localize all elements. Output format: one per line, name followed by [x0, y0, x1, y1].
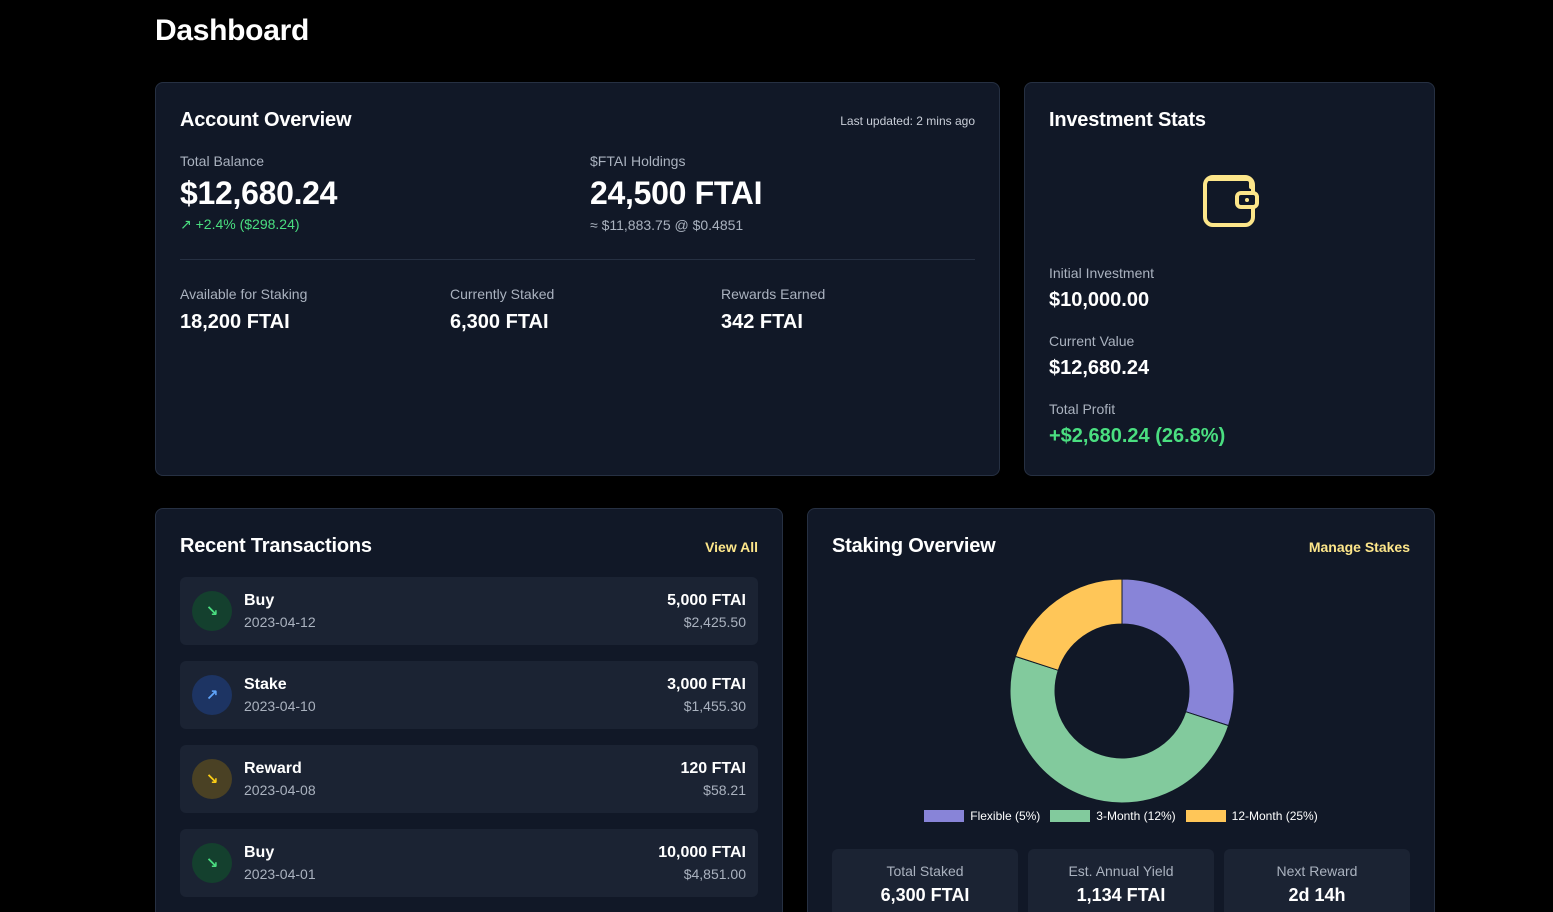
legend-label: 12-Month (25%) — [1231, 809, 1318, 823]
trend-up-icon: ↗ — [180, 216, 192, 232]
total-balance-value: $12,680.24 — [180, 175, 338, 211]
transaction-type: Stake — [244, 676, 287, 693]
initial-investment-label: Initial Investment — [1049, 265, 1155, 281]
transaction-row[interactable]: ↗ Stake 2023-04-10 3,000 FTAI $1,455.30 — [180, 661, 758, 729]
arrow-down-right-icon: ↘ — [192, 759, 232, 799]
transaction-row[interactable]: ↘ Buy 2023-04-12 5,000 FTAI $2,425.50 — [180, 577, 758, 645]
current-value: $12,680.24 — [1049, 357, 1150, 379]
investment-stats-title: Investment Stats — [1049, 109, 1206, 131]
staking-donut-chart — [1009, 578, 1235, 804]
transaction-date: 2023-04-01 — [244, 866, 316, 882]
legend-label: 3-Month (12%) — [1096, 809, 1176, 823]
available-value: 18,200 FTAI — [180, 311, 290, 333]
transaction-usd: $4,851.00 — [683, 866, 746, 882]
legend-swatch — [1185, 810, 1226, 822]
transaction-date: 2023-04-10 — [244, 698, 316, 714]
rewards-value: 342 FTAI — [721, 311, 803, 333]
legend-item: 3-Month (12%) — [1050, 809, 1176, 823]
transaction-type: Buy — [244, 844, 275, 861]
staking-overview-card: Staking Overview Manage Stakes Flexible … — [807, 508, 1435, 912]
staked-value: 6,300 FTAI — [450, 311, 549, 333]
recent-transactions-card: Recent Transactions View All ↘ Buy 2023-04… — [155, 508, 783, 912]
total-staked-label: Total Staked — [886, 863, 964, 879]
available-label: Available for Staking — [180, 286, 308, 302]
next-reward-box: Next Reward 2d 14h — [1224, 849, 1410, 912]
donut-segment-0 — [1121, 578, 1235, 727]
holdings-label: $FTAI Holdings — [590, 153, 686, 169]
recent-transactions-title: Recent Transactions — [180, 535, 372, 557]
arrow-up-right-icon: ↗ — [192, 675, 232, 715]
balance-change: ↗ +2.4% ($298.24) — [180, 216, 300, 233]
legend-item: Flexible (5%) — [924, 809, 1040, 823]
transaction-usd: $2,425.50 — [683, 614, 746, 630]
account-overview-card: Account Overview Last updated: 2 mins ag… — [155, 82, 1000, 476]
staking-legend: Flexible (5%) 3-Month (12%) 12-Month (25%) — [808, 809, 1434, 823]
total-profit-label: Total Profit — [1049, 401, 1116, 417]
initial-investment-value: $10,000.00 — [1049, 289, 1150, 311]
transaction-row[interactable]: ↘ Buy 2023-04-01 10,000 FTAI $4,851.00 — [180, 829, 758, 897]
wallet-icon — [1203, 175, 1259, 227]
transaction-type: Reward — [244, 760, 302, 777]
current-value-label: Current Value — [1049, 333, 1135, 349]
legend-swatch — [924, 810, 965, 822]
transaction-type: Buy — [244, 592, 275, 609]
holdings-value: 24,500 FTAI — [590, 175, 763, 211]
legend-item: 12-Month (25%) — [1185, 809, 1318, 823]
total-staked-value: 6,300 FTAI — [880, 885, 970, 905]
rewards-label: Rewards Earned — [721, 286, 826, 302]
total-profit-value: +$2,680.24 (26.8%) — [1049, 425, 1226, 447]
donut-segment-2 — [1014, 578, 1123, 671]
legend-swatch — [1050, 810, 1091, 822]
investment-stats-card: Investment Stats Initial Investment $10,… — [1024, 82, 1435, 476]
staking-overview-title: Staking Overview — [832, 535, 996, 557]
legend-label: Flexible (5%) — [970, 809, 1041, 823]
annual-yield-label: Est. Annual Yield — [1068, 863, 1174, 879]
divider — [180, 259, 975, 260]
view-all-link[interactable]: View All — [705, 539, 758, 555]
last-updated: Last updated: 2 mins ago — [840, 114, 975, 128]
total-staked-box: Total Staked 6,300 FTAI — [832, 849, 1018, 912]
annual-yield-value: 1,134 FTAI — [1076, 885, 1166, 905]
transaction-date: 2023-04-08 — [244, 782, 316, 798]
page-title: Dashboard — [155, 14, 309, 47]
balance-change-text: +2.4% ($298.24) — [195, 216, 300, 232]
arrow-down-right-icon: ↘ — [192, 843, 232, 883]
holdings-sub: ≈ $11,883.75 @ $0.4851 — [590, 217, 744, 233]
transaction-usd: $1,455.30 — [683, 698, 746, 714]
arrow-down-right-icon: ↘ — [192, 591, 232, 631]
staked-label: Currently Staked — [450, 286, 555, 302]
transaction-date: 2023-04-12 — [244, 614, 316, 630]
manage-stakes-link[interactable]: Manage Stakes — [1309, 539, 1410, 555]
next-reward-label: Next Reward — [1276, 863, 1358, 879]
total-balance-label: Total Balance — [180, 153, 265, 169]
transaction-amount: 120 FTAI — [680, 760, 747, 777]
transaction-row[interactable]: ↘ Reward 2023-04-08 120 FTAI $58.21 — [180, 745, 758, 813]
transaction-usd: $58.21 — [703, 782, 746, 798]
transaction-amount: 3,000 FTAI — [667, 676, 746, 693]
transaction-amount: 5,000 FTAI — [667, 592, 746, 609]
next-reward-value: 2d 14h — [1288, 885, 1346, 905]
annual-yield-box: Est. Annual Yield 1,134 FTAI — [1028, 849, 1214, 912]
transaction-amount: 10,000 FTAI — [658, 844, 746, 861]
account-overview-title: Account Overview — [180, 109, 352, 131]
